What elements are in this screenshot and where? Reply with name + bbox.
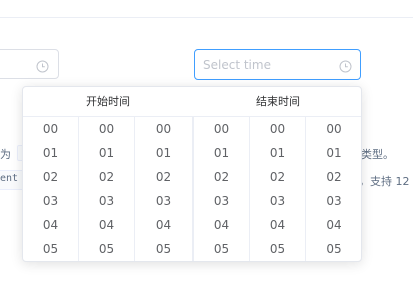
end-time-field[interactable] xyxy=(195,50,338,79)
time-option[interactable]: 00 xyxy=(194,117,249,141)
time-option[interactable]: 03 xyxy=(306,189,361,213)
time-option[interactable]: 04 xyxy=(135,213,192,237)
time-range-picker: 开始时间 00 01 02 03 04 05 00 01 02 03 04 05… xyxy=(22,86,362,262)
doc-text-support: ，支持 12 xyxy=(359,175,410,188)
time-option[interactable]: 02 xyxy=(79,165,134,189)
end-seconds-column[interactable]: 00 01 02 03 04 05 xyxy=(306,117,361,261)
time-option[interactable]: 05 xyxy=(79,237,134,261)
start-minutes-column[interactable]: 00 01 02 03 04 05 xyxy=(79,117,135,261)
time-option[interactable]: 03 xyxy=(23,189,78,213)
start-time-input[interactable] xyxy=(0,49,59,79)
time-option[interactable]: 03 xyxy=(79,189,134,213)
doc-text-suffix: 类型。 xyxy=(361,148,394,161)
time-option[interactable]: 05 xyxy=(194,237,249,261)
time-option[interactable]: 02 xyxy=(250,165,305,189)
start-time-title: 开始时间 xyxy=(23,87,193,117)
time-option[interactable]: 02 xyxy=(23,165,78,189)
time-option[interactable]: 00 xyxy=(306,117,361,141)
time-option[interactable]: 02 xyxy=(306,165,361,189)
time-option[interactable]: 03 xyxy=(194,189,249,213)
time-option[interactable]: 01 xyxy=(135,141,192,165)
time-option[interactable]: 02 xyxy=(135,165,192,189)
time-option[interactable]: 00 xyxy=(79,117,134,141)
time-option[interactable]: 04 xyxy=(306,213,361,237)
clock-icon xyxy=(36,58,49,73)
time-option[interactable]: 04 xyxy=(194,213,249,237)
doc-text-prefix: 为 xyxy=(0,148,11,161)
time-option[interactable]: 01 xyxy=(23,141,78,165)
time-option[interactable]: 01 xyxy=(306,141,361,165)
end-time-input[interactable] xyxy=(194,49,361,80)
time-option[interactable]: 00 xyxy=(135,117,192,141)
start-hours-column[interactable]: 00 01 02 03 04 05 xyxy=(23,117,79,261)
time-option[interactable]: 01 xyxy=(250,141,305,165)
time-option[interactable]: 03 xyxy=(250,189,305,213)
time-option[interactable]: 03 xyxy=(135,189,192,213)
time-option[interactable]: 01 xyxy=(194,141,249,165)
start-time-panel: 开始时间 00 01 02 03 04 05 00 01 02 03 04 05… xyxy=(23,87,193,261)
time-option[interactable]: 05 xyxy=(306,237,361,261)
time-option[interactable]: 05 xyxy=(135,237,192,261)
end-time-panel: 结束时间 00 01 02 03 04 05 00 01 02 03 04 05… xyxy=(193,87,361,261)
start-seconds-column[interactable]: 00 01 02 03 04 05 xyxy=(135,117,192,261)
time-option[interactable]: 02 xyxy=(194,165,249,189)
time-option[interactable]: 04 xyxy=(79,213,134,237)
time-option[interactable]: 00 xyxy=(23,117,78,141)
clock-icon xyxy=(339,58,352,73)
doc-code-text: ent xyxy=(0,173,19,184)
time-option[interactable]: 01 xyxy=(79,141,134,165)
end-minutes-column[interactable]: 00 01 02 03 04 05 xyxy=(250,117,306,261)
end-hours-column[interactable]: 00 01 02 03 04 05 xyxy=(194,117,250,261)
time-option[interactable]: 04 xyxy=(250,213,305,237)
top-divider xyxy=(0,17,413,18)
time-option[interactable]: 05 xyxy=(23,237,78,261)
time-option[interactable]: 05 xyxy=(250,237,305,261)
end-time-title: 结束时间 xyxy=(193,87,361,117)
time-option[interactable]: 00 xyxy=(250,117,305,141)
time-option[interactable]: 04 xyxy=(23,213,78,237)
